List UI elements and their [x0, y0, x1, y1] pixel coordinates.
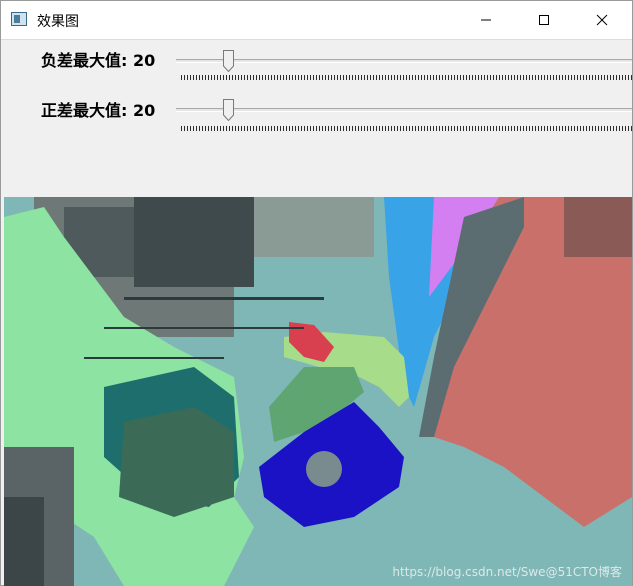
minimize-icon	[481, 19, 491, 21]
trackbar-negative-track[interactable]	[176, 59, 632, 63]
close-icon	[596, 14, 608, 26]
trackbar-positive-thumb[interactable]	[223, 99, 234, 121]
segmentation-result-image: https://blog.csdn.net/Swe@51CTO博客	[4, 197, 632, 586]
window-title: 效果图	[37, 14, 79, 30]
close-button[interactable]	[573, 1, 631, 39]
trackbar-negative-label: 负差最大值: 20	[41, 51, 156, 70]
maximize-icon	[539, 15, 549, 25]
segmentation-image-canvas	[4, 197, 632, 586]
app-window-icon	[11, 12, 27, 26]
trackbar-negative-thumb[interactable]	[223, 50, 234, 72]
app-window: 效果图 负差最大值: 20 正差最大值: 20 https://blog.csd…	[0, 0, 633, 586]
minimize-button[interactable]	[457, 1, 515, 39]
trackbar-negative-ticks	[181, 75, 632, 80]
maximize-button[interactable]	[515, 1, 573, 39]
title-bar[interactable]: 效果图	[1, 1, 632, 39]
trackbar-positive-label: 正差最大值: 20	[41, 101, 156, 120]
trackbar-panel: 负差最大值: 20 正差最大值: 20	[1, 39, 632, 198]
trackbar-positive-track[interactable]	[176, 108, 632, 112]
watermark-text: https://blog.csdn.net/Swe@51CTO博客	[392, 565, 622, 579]
trackbar-positive-ticks	[181, 126, 632, 131]
